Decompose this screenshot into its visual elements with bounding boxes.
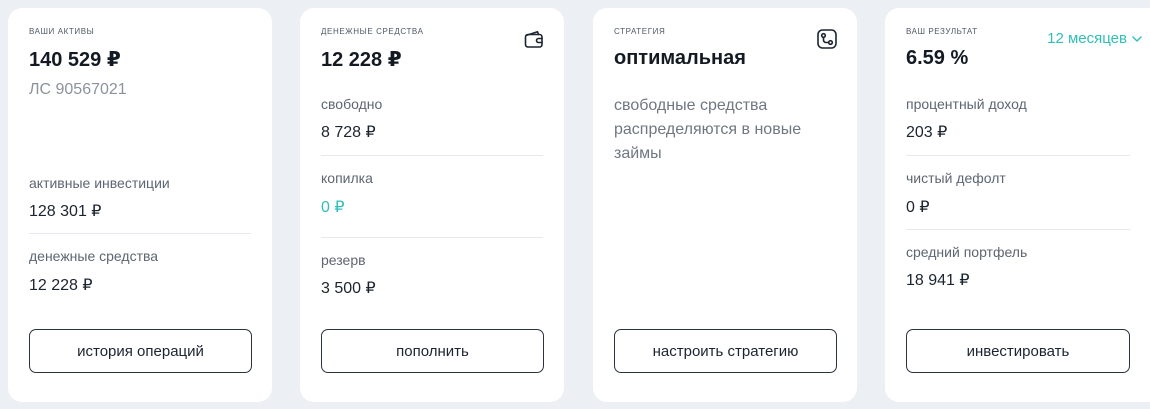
interest-income-label: процентный доход bbox=[906, 96, 1027, 112]
divider bbox=[906, 155, 1130, 156]
period-selector-label: 12 месяцев bbox=[1047, 30, 1127, 47]
chevron-down-icon bbox=[1132, 35, 1142, 42]
cash-card: денежные средства 12 228 ₽ свободно 8 72… bbox=[300, 8, 564, 402]
interest-income-value: 203 ₽ bbox=[906, 124, 948, 141]
wallet-icon bbox=[522, 27, 546, 51]
piggybank-label: копилка bbox=[321, 170, 373, 186]
divider bbox=[906, 229, 1130, 230]
net-default-value: 0 ₽ bbox=[906, 199, 930, 216]
reserve-value: 3 500 ₽ bbox=[321, 280, 376, 297]
average-portfolio-value: 18 941 ₽ bbox=[906, 272, 970, 289]
strategy-description: свободные средства распределяются в новы… bbox=[614, 97, 802, 162]
cash-value: 12 228 ₽ bbox=[29, 277, 93, 294]
piggybank-value: 0 ₽ bbox=[321, 199, 345, 216]
result-card: ваш результат 12 месяцев 6.59 % процентн… bbox=[885, 8, 1150, 402]
divider bbox=[321, 237, 543, 238]
average-portfolio-label: средний портфель bbox=[906, 244, 1028, 260]
cash-caption: денежные средства bbox=[321, 27, 424, 36]
strategy-caption: стратегия bbox=[614, 27, 666, 36]
net-default-label: чистый дефолт bbox=[906, 170, 1006, 186]
divider bbox=[29, 233, 251, 234]
result-total: 6.59 % bbox=[906, 47, 969, 69]
configure-strategy-button[interactable]: настроить стратегию bbox=[614, 329, 837, 373]
cash-label: денежные средства bbox=[29, 248, 159, 264]
active-investments-label: активные инвестиции bbox=[29, 175, 170, 191]
cash-total: 12 228 ₽ bbox=[321, 49, 402, 71]
account-number: ЛС 90567021 bbox=[29, 81, 127, 98]
assets-card: ваши активы 140 529 ₽ ЛС 90567021 активн… bbox=[8, 8, 272, 402]
free-value: 8 728 ₽ bbox=[321, 124, 376, 141]
invest-button[interactable]: инвестировать bbox=[906, 329, 1130, 373]
free-label: свободно bbox=[321, 96, 383, 112]
assets-total: 140 529 ₽ bbox=[29, 49, 121, 71]
strategy-icon bbox=[815, 27, 839, 51]
operations-history-button[interactable]: история операций bbox=[29, 329, 252, 373]
strategy-card: стратегия оптимальная свободные средства… bbox=[593, 8, 857, 402]
active-investments-value: 128 301 ₽ bbox=[29, 203, 102, 220]
top-up-button[interactable]: пополнить bbox=[321, 329, 544, 373]
assets-caption: ваши активы bbox=[29, 27, 95, 36]
reserve-label: резерв bbox=[321, 252, 366, 268]
strategy-title: оптимальная bbox=[614, 47, 746, 69]
period-selector[interactable]: 12 месяцев bbox=[1047, 30, 1142, 47]
divider bbox=[321, 155, 543, 156]
result-caption: ваш результат bbox=[906, 27, 978, 36]
